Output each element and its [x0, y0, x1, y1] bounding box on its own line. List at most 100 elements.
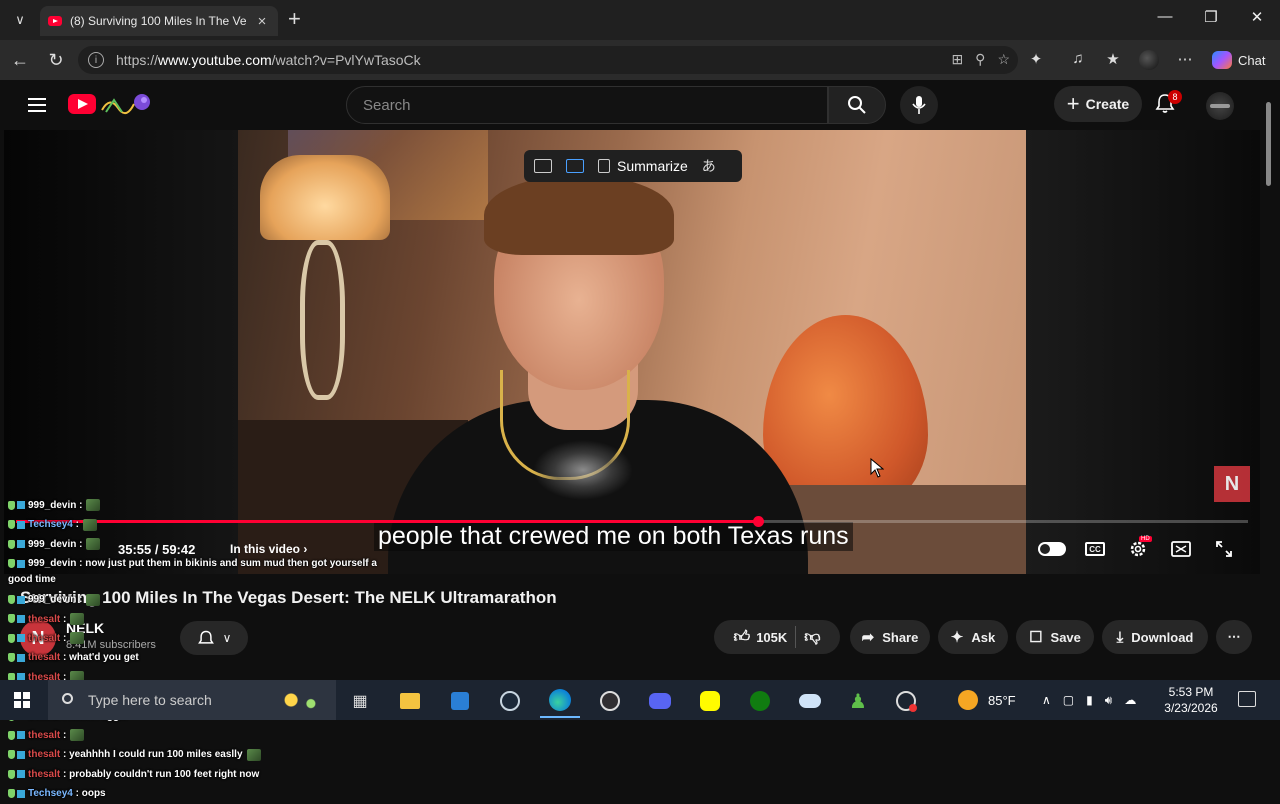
download-button[interactable]: ⤓ Download: [1102, 620, 1208, 654]
like-dislike-group: 👍︎ 105K 👎︎: [714, 620, 840, 654]
search-icon: [848, 96, 866, 114]
chat-emote-icon: [246, 748, 261, 761]
app-available-icon[interactable]: ⊞: [951, 51, 963, 68]
create-button[interactable]: + Create: [1054, 86, 1142, 122]
autoplay-toggle[interactable]: [1038, 542, 1066, 556]
zoom-icon[interactable]: ⚲: [975, 51, 985, 68]
browser-tab[interactable]: (8) Surviving 100 Miles In The Vegas Des…: [40, 6, 278, 36]
progress-scrubber-handle[interactable]: [753, 516, 764, 527]
dislike-button[interactable]: 👎︎: [804, 628, 820, 647]
url-field[interactable]: i https://www.youtube.com/watch?v=PvlYwT…: [78, 46, 1018, 74]
chat-username[interactable]: thesalt: [28, 769, 60, 780]
microsoft-store-icon[interactable]: [440, 684, 480, 718]
refresh-icon[interactable]: ↻: [44, 49, 68, 71]
chat-subscriber-icon: [17, 731, 25, 740]
obs-icon[interactable]: [590, 684, 630, 718]
chat-message: Techsey4 :: [8, 515, 388, 534]
more-menu-icon[interactable]: ⋯: [1174, 50, 1196, 68]
voice-search-button[interactable]: [900, 86, 938, 124]
chat-username[interactable]: thesalt: [28, 633, 60, 644]
chat-username[interactable]: Techsey4: [28, 519, 73, 530]
extensions-icon[interactable]: ✦: [1025, 50, 1047, 68]
tray-overflow-icon[interactable]: ∧: [1042, 693, 1051, 707]
save-label: Save: [1050, 629, 1081, 645]
battery-icon[interactable]: ▮: [1086, 693, 1093, 707]
youtube-page: + Create 8: [4, 80, 1260, 799]
chat-username[interactable]: thesalt: [28, 614, 60, 625]
minimize-icon[interactable]: —: [1150, 8, 1180, 25]
action-center-icon[interactable]: [1238, 691, 1256, 707]
steam-icon[interactable]: [490, 684, 530, 718]
search-field[interactable]: [346, 86, 828, 124]
media-control-icon[interactable]: ♫: [1067, 50, 1089, 67]
weather-app-icon[interactable]: [790, 684, 830, 718]
copilot-chat-button[interactable]: Chat: [1206, 45, 1272, 75]
chess-icon[interactable]: ♟: [838, 684, 878, 718]
share-button[interactable]: ➦ Share: [850, 620, 930, 654]
chat-subscriber-icon: [17, 614, 25, 623]
chat-text: :: [76, 500, 83, 511]
fullscreen-button[interactable]: [1211, 538, 1237, 560]
more-dots-icon: ⋯: [1227, 629, 1241, 644]
chat-username[interactable]: thesalt: [28, 730, 60, 741]
chat-username[interactable]: 999_devin: [28, 539, 76, 550]
chat-username[interactable]: Techsey4: [28, 788, 73, 799]
browser-profile-avatar[interactable]: [1139, 50, 1159, 70]
favorite-star-icon[interactable]: ☆: [997, 51, 1010, 68]
chat-username[interactable]: 999_devin: [28, 558, 76, 569]
xbox-icon[interactable]: [740, 684, 780, 718]
page-scrollbar[interactable]: [1262, 96, 1274, 676]
like-button[interactable]: 👍︎ 105K: [733, 628, 787, 647]
translate-icon[interactable]: あ: [702, 156, 716, 176]
onedrive-icon[interactable]: ☁: [1124, 693, 1136, 707]
favorites-icon[interactable]: ★: [1102, 50, 1124, 68]
mouse-cursor-icon: [870, 458, 884, 478]
meet-now-icon[interactable]: ▢: [1063, 693, 1074, 707]
weather-widget[interactable]: 85°F: [958, 680, 1016, 720]
share-arrow-icon: ➦: [861, 629, 875, 646]
back-icon[interactable]: ←: [8, 49, 32, 71]
scrollbar-thumb[interactable]: [1266, 102, 1271, 186]
youtube-logo-icon[interactable]: [68, 94, 96, 114]
ask-button[interactable]: ✦ Ask: [938, 620, 1008, 654]
chat-message: thesalt : yeahhhh I could run 100 miles …: [8, 745, 388, 764]
chat-emote-icon: [70, 632, 85, 645]
search-input[interactable]: [363, 96, 827, 114]
save-button[interactable]: ☐ Save: [1016, 620, 1094, 654]
summarize-label: Summarize: [617, 158, 688, 174]
captions-button[interactable]: CC: [1082, 538, 1108, 560]
site-info-icon[interactable]: i: [88, 52, 104, 68]
volume-icon[interactable]: 🔊︎: [1105, 693, 1113, 708]
search-button[interactable]: [828, 86, 886, 124]
visual-search-icon[interactable]: [566, 159, 584, 173]
windows-start-icon[interactable]: [14, 692, 30, 708]
chat-badge-icon: [8, 614, 15, 624]
chat-username[interactable]: 999_devin: [28, 500, 76, 511]
chat-username[interactable]: 999_devin: [28, 594, 76, 605]
popout-icon[interactable]: [534, 159, 552, 173]
task-view-icon[interactable]: ▦: [340, 684, 380, 718]
snapchat-icon[interactable]: [690, 684, 730, 718]
chat-badge-icon: [8, 633, 15, 643]
summarize-button[interactable]: Summarize: [598, 158, 688, 174]
youtube-doodle-icon[interactable]: [100, 90, 152, 118]
chat-username[interactable]: thesalt: [28, 652, 60, 663]
guide-menu-icon[interactable]: [28, 98, 46, 112]
tab-actions-chevron-icon[interactable]: ∨: [6, 7, 34, 33]
new-tab-icon[interactable]: +: [288, 8, 301, 30]
chat-username[interactable]: thesalt: [28, 749, 60, 760]
more-actions-button[interactable]: ⋯: [1216, 620, 1252, 654]
tab-close-icon[interactable]: ×: [254, 13, 270, 30]
recording-app-icon[interactable]: [886, 684, 926, 718]
settings-button[interactable]: HD: [1125, 536, 1152, 560]
window-close-icon[interactable]: ✕: [1242, 8, 1272, 26]
notifications-button[interactable]: 8: [1154, 90, 1182, 118]
restore-icon[interactable]: ❐: [1196, 8, 1226, 26]
account-avatar[interactable]: [1206, 92, 1234, 120]
edge-icon[interactable]: [540, 684, 580, 718]
taskbar-clock[interactable]: 5:53 PM 3/23/2026: [1160, 684, 1222, 716]
hd-badge: HD: [1139, 536, 1152, 542]
file-explorer-icon[interactable]: [390, 684, 430, 718]
discord-icon[interactable]: [640, 684, 680, 718]
theater-mode-button[interactable]: [1168, 538, 1194, 560]
